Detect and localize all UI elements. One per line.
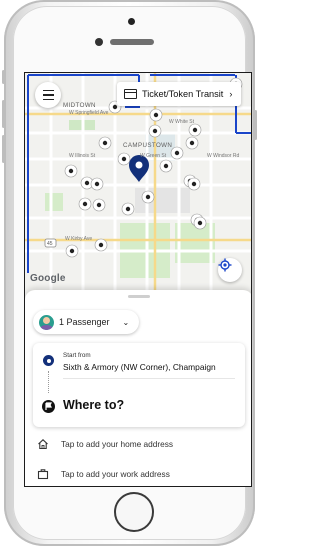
ticket-token-transit-button[interactable]: Ticket/Token Transit › bbox=[117, 82, 241, 106]
route-connector bbox=[48, 371, 50, 393]
start-from-caption: Start from bbox=[63, 352, 91, 359]
route-shield-label: 45 bbox=[47, 241, 53, 247]
front-camera bbox=[95, 38, 103, 46]
mute-switch bbox=[2, 70, 5, 84]
ticket-icon bbox=[124, 89, 137, 99]
sheet-drag-handle[interactable] bbox=[128, 295, 150, 298]
work-address-row[interactable]: Tap to add your work address bbox=[25, 462, 251, 486]
map-label-windsor: W Windsor Rd bbox=[207, 153, 240, 159]
card-divider bbox=[63, 378, 235, 379]
hamburger-icon-bar bbox=[42, 89, 54, 92]
locate-me-button[interactable] bbox=[218, 258, 242, 282]
chevron-down-icon: ⌄ bbox=[122, 317, 130, 327]
home-address-prompt: Tap to add your home address bbox=[61, 439, 174, 449]
passenger-count-label: 1 Passenger bbox=[59, 317, 110, 327]
locate-icon bbox=[218, 258, 232, 272]
trip-planner-card: Start from Sixth & Armory (NW Corner), C… bbox=[33, 343, 245, 427]
earpiece-speaker bbox=[110, 39, 154, 45]
map-label-campustown: CAMPUSTOWN bbox=[123, 142, 173, 149]
power-button bbox=[254, 110, 257, 140]
map-label-midtown: MIDTOWN bbox=[63, 102, 96, 109]
volume-down-button bbox=[2, 135, 5, 163]
map-view[interactable]: 45 MIDTOWN CAMPUSTOWN W Springfield Ave … bbox=[25, 73, 251, 293]
briefcase-icon bbox=[37, 469, 49, 480]
hamburger-icon-bar bbox=[42, 98, 54, 101]
proximity-sensor bbox=[128, 18, 135, 25]
ticket-button-label: Ticket/Token Transit bbox=[142, 89, 224, 99]
home-button[interactable] bbox=[114, 492, 154, 532]
start-address[interactable]: Sixth & Armory (NW Corner), Champaign bbox=[63, 362, 216, 372]
map-label-springfield: W Springfield Ave bbox=[69, 110, 109, 116]
work-address-prompt: Tap to add your work address bbox=[61, 469, 170, 479]
map-label-kirby: W Kirby Ave bbox=[65, 236, 93, 242]
map-label-white: W White St bbox=[169, 119, 195, 125]
google-logo: Google bbox=[30, 273, 66, 284]
hamburger-icon-bar bbox=[42, 94, 54, 96]
map-label-illinois: W Illinois St bbox=[69, 153, 96, 159]
passenger-selector[interactable]: 1 Passenger ⌄ bbox=[33, 310, 139, 334]
destination-flag-icon bbox=[42, 400, 55, 413]
volume-up-button bbox=[2, 100, 5, 128]
passenger-avatar-icon bbox=[39, 314, 54, 330]
phone-screenshot: 45 MIDTOWN CAMPUSTOWN W Springfield Ave … bbox=[0, 0, 259, 548]
app-screen: 45 MIDTOWN CAMPUSTOWN W Springfield Ave … bbox=[24, 72, 252, 487]
map-label-green: W Green St bbox=[140, 153, 167, 159]
menu-button[interactable] bbox=[35, 82, 61, 108]
trip-sheet: 1 Passenger ⌄ Start from Sixth & Armory … bbox=[25, 290, 251, 486]
home-icon bbox=[38, 439, 48, 450]
home-address-row[interactable]: Tap to add your home address bbox=[25, 432, 251, 456]
origin-marker-icon bbox=[43, 355, 54, 366]
destination-input[interactable]: Where to? bbox=[63, 398, 124, 412]
chevron-right-icon: › bbox=[229, 89, 233, 99]
